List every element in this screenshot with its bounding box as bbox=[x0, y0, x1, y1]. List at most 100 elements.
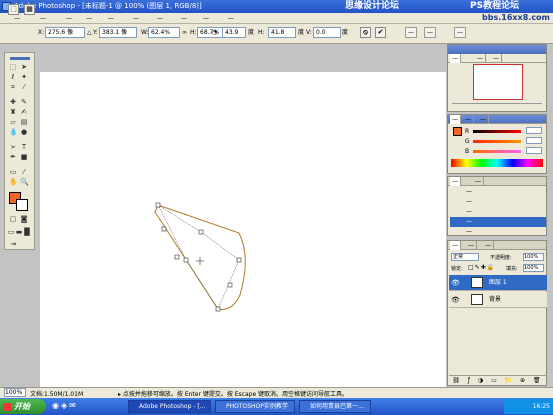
eyedropper-tool-icon[interactable]: ⁄ bbox=[20, 168, 28, 176]
clock[interactable]: 16:25 bbox=[533, 403, 550, 410]
menu-file[interactable]: — bbox=[14, 14, 20, 23]
opacity-field[interactable]: 100% bbox=[523, 253, 544, 261]
move-tool-icon[interactable]: ➤ bbox=[20, 63, 28, 71]
history-item-3[interactable]: — bbox=[450, 207, 546, 217]
channel-g-slider[interactable] bbox=[473, 140, 521, 143]
transform-handle-bottom[interactable] bbox=[183, 257, 189, 263]
menu-image[interactable]: — bbox=[66, 14, 72, 23]
zoom-tool-icon[interactable]: 🔍 bbox=[20, 178, 29, 186]
link-position-icon[interactable]: △ bbox=[87, 29, 92, 37]
lock-icons[interactable]: □✎✚🔒 bbox=[468, 264, 495, 271]
tab-swatches[interactable]: — bbox=[463, 115, 474, 124]
transform-handle-tl[interactable] bbox=[155, 202, 161, 208]
color-panel-foreground[interactable] bbox=[453, 127, 462, 136]
notes-tool-icon[interactable]: ▭ bbox=[9, 168, 17, 176]
slice-tool-icon[interactable]: ⁄ bbox=[20, 83, 28, 91]
brush-tool-icon[interactable]: ✎ bbox=[20, 98, 28, 106]
palette-well-tab-comps[interactable]: — bbox=[454, 27, 466, 38]
menu-view[interactable]: — bbox=[157, 14, 163, 23]
tab-channels[interactable]: — bbox=[466, 241, 477, 250]
history-item-4[interactable]: — bbox=[450, 217, 546, 227]
zoom-level-field[interactable]: 100% bbox=[4, 388, 26, 397]
menu-filter[interactable]: — bbox=[133, 14, 139, 23]
dodge-tool-icon[interactable]: ● bbox=[20, 128, 28, 136]
layer-row-background[interactable]: 👁 背景 bbox=[449, 292, 547, 308]
palette-well-tab-brushes[interactable]: — bbox=[405, 27, 417, 38]
type-tool-icon[interactable]: T bbox=[20, 143, 28, 151]
history-item-2[interactable]: — bbox=[450, 197, 546, 207]
lasso-tool-icon[interactable]: ℓ bbox=[9, 73, 17, 81]
tab-histogram[interactable]: — bbox=[491, 54, 502, 63]
transform-handle-br[interactable] bbox=[215, 306, 221, 312]
tab-styles[interactable]: — bbox=[478, 115, 489, 124]
tab-color[interactable]: — bbox=[450, 115, 461, 124]
gradient-tool-icon[interactable]: ▤ bbox=[20, 118, 28, 126]
task-browser[interactable]: 如何用青县巴第一... bbox=[299, 400, 371, 413]
history-brush-tool-icon[interactable]: ✍ bbox=[20, 108, 28, 116]
transform-handle-top[interactable] bbox=[198, 229, 204, 235]
menu-edit[interactable]: — bbox=[40, 14, 46, 23]
color-ramp[interactable] bbox=[451, 159, 543, 167]
layer-row-layer1[interactable]: 👁 图层 1 bbox=[449, 275, 547, 291]
menu-help[interactable]: — bbox=[203, 14, 209, 23]
background-layer-name[interactable]: 背景 bbox=[489, 292, 501, 308]
transform-handle-tr[interactable] bbox=[236, 257, 242, 263]
tab-actions[interactable]: — bbox=[473, 177, 484, 186]
menu-select[interactable]: — bbox=[108, 14, 114, 23]
path-selection-tool-icon[interactable]: ➢ bbox=[9, 143, 17, 151]
pen-tool-icon[interactable]: ✒ bbox=[9, 153, 17, 161]
reference-point-icon[interactable]: ▦ bbox=[24, 4, 35, 15]
transform-center-point[interactable] bbox=[196, 257, 204, 265]
channel-b-field[interactable] bbox=[526, 147, 542, 154]
crop-tool-icon[interactable]: ⌗ bbox=[9, 83, 17, 91]
navigator-thumbnail[interactable] bbox=[473, 64, 523, 100]
canvas-document[interactable] bbox=[40, 72, 446, 388]
quick-mask-mode-icon[interactable]: ◙ bbox=[20, 215, 28, 223]
history-item-1[interactable]: — bbox=[450, 187, 546, 197]
rotation-angle-field[interactable]: 43.9 bbox=[222, 27, 246, 38]
channel-r-field[interactable] bbox=[526, 127, 542, 134]
tab-paths[interactable]: — bbox=[483, 241, 494, 250]
x-position-field[interactable]: 275.6 像 bbox=[45, 27, 85, 38]
vertical-skew-field[interactable]: 0.0 bbox=[313, 27, 341, 38]
width-percent-field[interactable]: 62.4% bbox=[148, 27, 180, 38]
tab-navigator[interactable]: — bbox=[450, 54, 461, 63]
visibility-eye-icon[interactable]: 👁 bbox=[451, 275, 460, 291]
screen-mode-menu-icon[interactable]: ▬ bbox=[15, 228, 23, 236]
clone-stamp-tool-icon[interactable]: ♜ bbox=[9, 108, 17, 116]
layers-bottom-toolbar[interactable]: ⛓ ƒ ◑ ▭ 📁 ⊕ 🗑 bbox=[449, 375, 547, 385]
background-color-swatch[interactable] bbox=[16, 199, 28, 211]
tab-layers[interactable]: — bbox=[450, 241, 461, 250]
blend-mode-select[interactable]: 正常 bbox=[451, 253, 479, 261]
screen-mode-full-icon[interactable]: █ bbox=[23, 228, 31, 236]
navigator-panel-titlebar[interactable] bbox=[448, 45, 546, 54]
tool-preset-icon[interactable]: ⬚ bbox=[8, 4, 19, 15]
transform-handle-bl[interactable] bbox=[161, 226, 167, 232]
cancel-transform-icon[interactable]: ⦸ bbox=[360, 27, 371, 38]
task-photoshop[interactable]: Adobe Photoshop - [... bbox=[128, 400, 211, 413]
document-size-info[interactable]: 文档:1.50M/1.01M bbox=[30, 389, 83, 398]
fill-field[interactable]: 100% bbox=[523, 264, 544, 272]
visibility-eye-icon[interactable]: 👁 bbox=[451, 292, 460, 308]
hand-tool-icon[interactable]: ✋ bbox=[9, 178, 18, 186]
standard-mode-icon[interactable]: ▢ bbox=[9, 215, 17, 223]
commit-transform-icon[interactable]: ✔ bbox=[375, 27, 386, 38]
eraser-tool-icon[interactable]: ▱ bbox=[9, 118, 17, 126]
quick-launch-icons[interactable]: ◉◈✉ bbox=[52, 401, 78, 410]
palette-well-tab-presets[interactable]: — bbox=[424, 27, 436, 38]
transform-handle-right[interactable] bbox=[227, 282, 233, 288]
healing-brush-tool-icon[interactable]: ✚ bbox=[9, 98, 17, 106]
link-size-icon[interactable]: ∞ bbox=[182, 29, 187, 37]
channel-r-slider[interactable] bbox=[473, 130, 521, 133]
navigator-zoom-slider[interactable] bbox=[452, 103, 542, 108]
menu-extra[interactable]: — bbox=[228, 14, 234, 23]
horizontal-skew-field[interactable]: 41.8 bbox=[268, 27, 296, 38]
layer1-name[interactable]: 图层 1 bbox=[489, 275, 507, 291]
marquee-tool-icon[interactable]: ⬚ bbox=[9, 63, 17, 71]
tab-history[interactable]: — bbox=[450, 177, 461, 186]
blur-tool-icon[interactable]: 💧 bbox=[9, 128, 18, 136]
y-position-field[interactable]: 383.1 像 bbox=[99, 27, 137, 38]
history-item-5[interactable]: — bbox=[450, 227, 546, 237]
menu-layer[interactable]: — bbox=[86, 14, 92, 23]
shape-tool-icon[interactable]: ■ bbox=[20, 153, 28, 161]
